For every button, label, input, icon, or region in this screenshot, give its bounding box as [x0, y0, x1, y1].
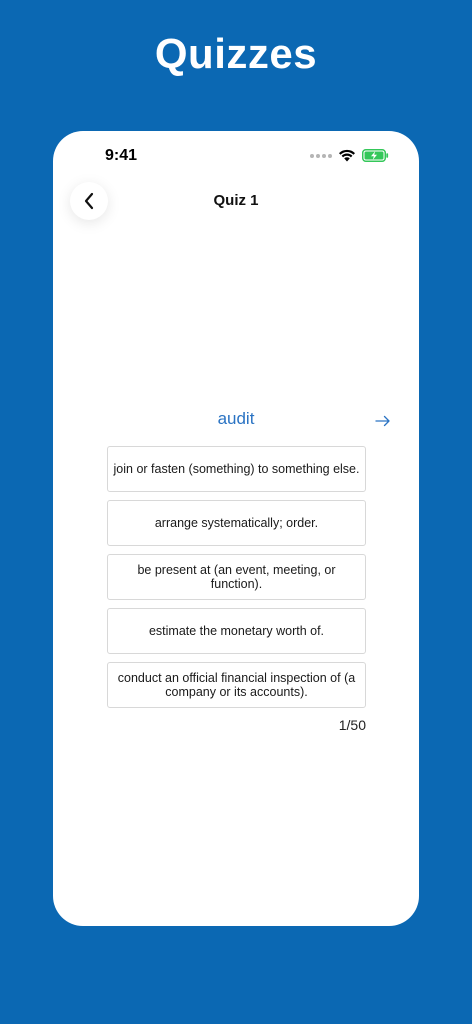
battery-charging-icon — [362, 149, 389, 162]
status-time: 9:41 — [105, 147, 138, 164]
arrow-right-icon[interactable] — [374, 412, 392, 430]
wifi-icon — [339, 149, 355, 162]
phone-screen: 9:41 Quiz 1 audit join or fasten (someth… — [53, 131, 419, 926]
answer-options: join or fasten (something) to something … — [107, 446, 366, 716]
answer-option[interactable]: conduct an official financial inspection… — [107, 662, 366, 708]
answer-option[interactable]: join or fasten (something) to something … — [107, 446, 366, 492]
answer-option[interactable]: be present at (an event, meeting, or fun… — [107, 554, 366, 600]
answer-option[interactable]: estimate the monetary worth of. — [107, 608, 366, 654]
quiz-word: audit — [217, 409, 255, 428]
status-icons — [310, 149, 389, 162]
progress-counter: 1/50 — [338, 717, 366, 733]
signal-dots-icon — [310, 153, 332, 158]
status-bar: 9:41 — [53, 131, 419, 181]
answer-option[interactable]: arrange systematically; order. — [107, 500, 366, 546]
question-row: audit — [53, 409, 419, 433]
page-title: Quiz 1 — [213, 192, 259, 209]
nav-bar: Quiz 1 — [53, 181, 419, 221]
headline: Quizzes — [154, 30, 318, 77]
